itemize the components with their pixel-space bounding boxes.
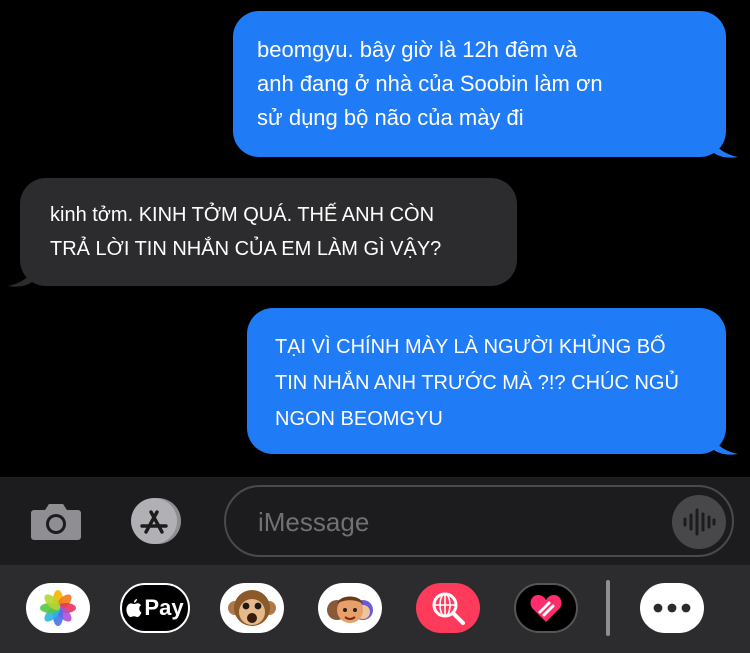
more-icon [653, 603, 691, 613]
animoji-app-button[interactable] [220, 583, 284, 633]
message-text: TẠI VÌ CHÍNH MÀY LÀ NGƯỜI KHỦNG BỐ TIN N… [275, 336, 679, 430]
bubble-tail [712, 135, 738, 158]
digital-touch-icon [530, 595, 562, 622]
drawer-divider [606, 580, 610, 636]
message-text: kinh tởm. KINH TỞM QUÁ. THẾ ANH CÒN TRẢ … [50, 204, 442, 260]
imessage-input[interactable]: iMessage [224, 485, 734, 557]
memoji-icon [327, 596, 373, 623]
more-apps-button[interactable] [640, 583, 704, 633]
animoji-icon [228, 590, 276, 626]
camera-icon [31, 504, 81, 540]
message-text: beomgyu. bây giờ là 12h đêm và anh đang … [257, 37, 603, 130]
bubble-tail [8, 264, 34, 287]
outgoing-message-bubble[interactable]: beomgyu. bây giờ là 12h đêm và anh đang … [233, 11, 726, 157]
apple-pay-app-button[interactable]: Pay [120, 583, 190, 633]
incoming-message-bubble[interactable]: kinh tởm. KINH TỞM QUÁ. THẾ ANH CÒN TRẢ … [20, 178, 517, 286]
app-store-icon [131, 498, 181, 544]
bubble-tail [712, 432, 738, 455]
memoji-app-button[interactable] [318, 583, 382, 633]
app-store-button[interactable] [126, 497, 190, 545]
compose-bar: iMessage [0, 477, 750, 565]
image-search-icon [432, 592, 465, 625]
apple-pay-label: Pay [144, 595, 184, 620]
waveform-icon [683, 508, 716, 536]
camera-button[interactable] [26, 497, 86, 545]
photos-app-button[interactable] [26, 583, 90, 633]
photos-icon [40, 590, 76, 626]
outgoing-message-bubble[interactable]: TẠI VÌ CHÍNH MÀY LÀ NGƯỜI KHỦNG BỐ TIN N… [247, 308, 726, 454]
imessage-placeholder: iMessage [258, 507, 370, 537]
digital-touch-app-button[interactable] [514, 583, 578, 633]
audio-message-button[interactable] [672, 495, 726, 549]
app-drawer: Pay [0, 565, 750, 653]
apple-pay-icon [126, 599, 142, 617]
image-search-app-button[interactable] [416, 583, 480, 633]
